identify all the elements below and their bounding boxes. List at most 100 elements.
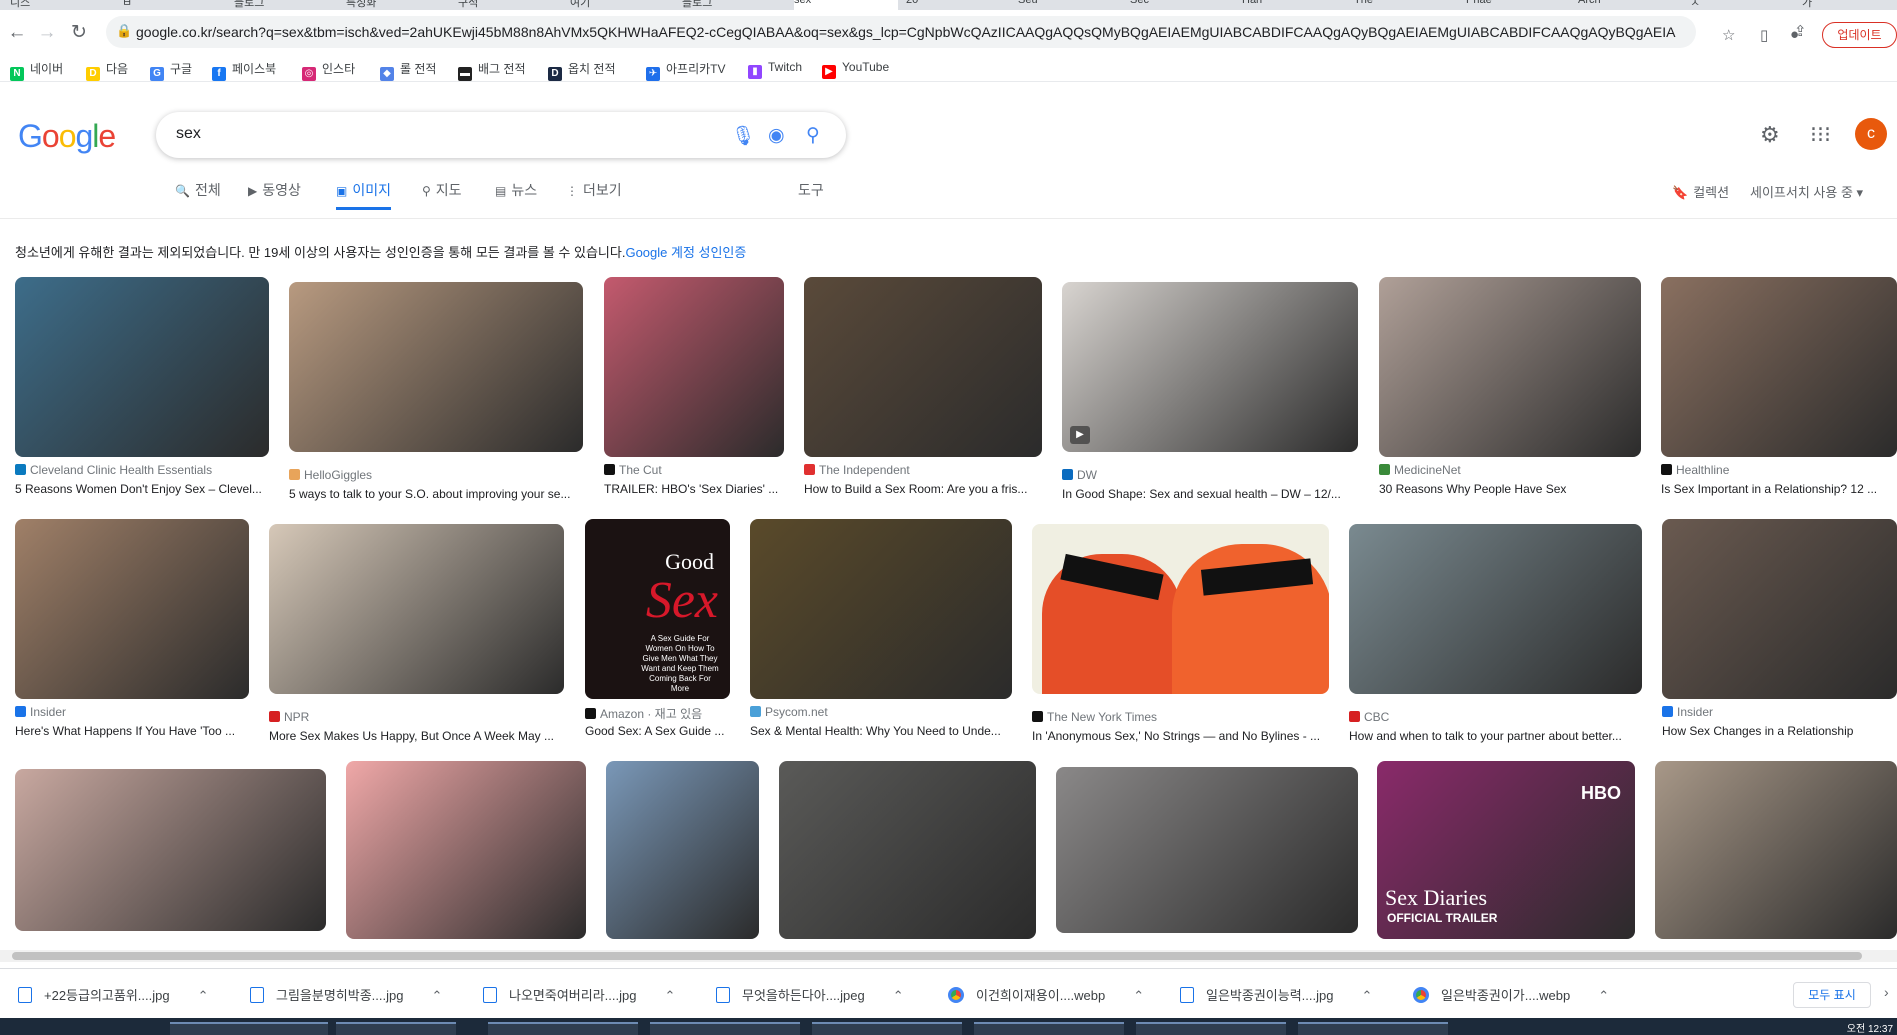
download-item[interactable]: 무엇을하든다아....jpeg ⌃: [716, 985, 904, 1004]
image-thumbnail[interactable]: [15, 519, 249, 699]
result-source[interactable]: Psycom.net: [750, 705, 1012, 719]
image-result[interactable]: Good Sex A Sex Guide For Women On How To G…: [585, 519, 730, 749]
browser-tab[interactable]: 가: [1802, 0, 1897, 10]
chevron-up-icon[interactable]: ⌃: [431, 988, 442, 1003]
result-source[interactable]: DW: [1062, 468, 1358, 482]
browser-tab[interactable]: 니스: [10, 0, 114, 10]
result-title[interactable]: In 'Anonymous Sex,' No Strings — and No …: [1032, 729, 1329, 743]
browser-tab[interactable]: 특성화: [346, 0, 450, 10]
result-source[interactable]: Amazon · 재고 있음: [585, 705, 730, 722]
bookmark-item[interactable]: ◆ 롤 전적: [380, 60, 436, 81]
horizontal-scrollbar[interactable]: [0, 950, 1897, 962]
back-icon[interactable]: ←: [4, 20, 30, 46]
browser-tab[interactable]: 블로그: [682, 0, 786, 10]
chevron-up-icon[interactable]: ⌃: [893, 988, 904, 1003]
image-result[interactable]: Healthline Is Sex Important in a Relation…: [1661, 277, 1897, 507]
chevron-up-icon[interactable]: ⌃: [1598, 988, 1609, 1003]
image-result[interactable]: The Cut TRAILER: HBO's 'Sex Diaries' ...: [604, 277, 784, 507]
result-title[interactable]: TRAILER: HBO's 'Sex Diaries' ...: [604, 482, 784, 496]
result-source[interactable]: HelloGiggles: [289, 468, 583, 482]
image-result[interactable]: ▶ DW In Good Shape: Sex and sexual health …: [1062, 282, 1358, 512]
scrollbar-thumb[interactable]: [12, 952, 1862, 960]
bookmark-star-icon[interactable]: ☆: [1722, 26, 1735, 44]
browser-tab[interactable]: Arch: [1578, 0, 1682, 10]
tab-images[interactable]: ▣ 이미지: [336, 180, 391, 210]
result-source[interactable]: CBC: [1349, 710, 1642, 724]
result-source[interactable]: The New York Times: [1032, 710, 1329, 724]
image-thumbnail[interactable]: [1379, 277, 1641, 457]
result-title[interactable]: How to Build a Sex Room: Are you a fris.…: [804, 482, 1042, 496]
result-source[interactable]: Healthline: [1661, 463, 1897, 477]
image-thumbnail[interactable]: [606, 761, 759, 939]
result-source[interactable]: NPR: [269, 710, 564, 724]
taskbar-app[interactable]: [336, 1022, 456, 1035]
collections-link[interactable]: 🔖 컬렉션: [1672, 182, 1729, 201]
tab-more[interactable]: ⋮ 더보기: [566, 180, 622, 210]
profile-icon[interactable]: ●: [1790, 26, 1799, 43]
tab-news[interactable]: ▤ 뉴스: [495, 180, 537, 210]
result-title[interactable]: More Sex Makes Us Happy, But Once A Week…: [269, 729, 564, 743]
update-button[interactable]: 업데이트: [1822, 22, 1897, 48]
bookmark-item[interactable]: N 네이버: [10, 60, 63, 81]
bookmark-item[interactable]: f 페이스북: [212, 60, 276, 81]
result-source[interactable]: The Independent: [804, 463, 1042, 477]
browser-tab[interactable]: 20: [906, 0, 1010, 10]
result-title[interactable]: 30 Reasons Why People Have Sex: [1379, 482, 1641, 496]
image-thumbnail[interactable]: [15, 277, 269, 457]
image-thumbnail[interactable]: [804, 277, 1042, 457]
image-result[interactable]: Psycom.net Sex & Mental Health: Why You N…: [750, 519, 1012, 749]
apps-grid-icon[interactable]: ⁝⁝⁝: [1810, 122, 1831, 148]
image-thumbnail[interactable]: [1661, 277, 1897, 457]
taskbar-app[interactable]: [650, 1022, 800, 1035]
image-result[interactable]: Insider Here's What Happens If You Have '…: [15, 519, 249, 749]
result-source[interactable]: The Cut: [604, 463, 784, 477]
taskbar-app[interactable]: [170, 1022, 328, 1035]
bookmark-item[interactable]: ▮ Twitch: [748, 60, 802, 79]
bookmark-item[interactable]: ◎ 인스타: [302, 60, 355, 81]
bookmark-item[interactable]: G 구글: [150, 60, 192, 81]
result-title[interactable]: In Good Shape: Sex and sexual health – D…: [1062, 487, 1358, 501]
image-thumbnail[interactable]: [346, 761, 586, 939]
result-source[interactable]: MedicineNet: [1379, 463, 1641, 477]
image-result[interactable]: The New York Times In 'Anonymous Sex,' No…: [1032, 524, 1329, 754]
image-thumbnail[interactable]: [15, 769, 326, 931]
download-item[interactable]: 일은박종권이능력....jpg ⌃: [1180, 985, 1372, 1004]
result-source[interactable]: Insider: [15, 705, 249, 719]
show-all-downloads-button[interactable]: 모두 표시: [1793, 982, 1871, 1008]
browser-tab[interactable]: Han: [1242, 0, 1346, 10]
browser-tab[interactable]: 구적: [458, 0, 562, 10]
image-result[interactable]: [1655, 761, 1897, 939]
image-thumbnail[interactable]: [269, 524, 564, 694]
image-result[interactable]: [15, 769, 326, 939]
download-item[interactable]: 이건희이재용이....webp ⌃: [948, 985, 1144, 1004]
result-title[interactable]: Good Sex: A Sex Guide ...: [585, 724, 730, 738]
image-thumbnail[interactable]: Good Sex A Sex Guide For Women On How To G…: [585, 519, 730, 699]
result-source[interactable]: Insider: [1662, 705, 1897, 719]
chevron-up-icon[interactable]: ⌃: [1361, 988, 1372, 1003]
google-logo[interactable]: Google: [18, 118, 116, 155]
forward-icon[interactable]: →: [34, 20, 60, 46]
image-result[interactable]: [779, 761, 1036, 939]
side-panel-icon[interactable]: ▯: [1760, 26, 1768, 44]
result-title[interactable]: Sex & Mental Health: Why You Need to Und…: [750, 724, 1012, 738]
image-thumbnail[interactable]: [1662, 519, 1897, 699]
image-thumbnail[interactable]: [1655, 761, 1897, 939]
image-thumbnail[interactable]: ▶: [1062, 282, 1358, 452]
tab-all[interactable]: 🔍 전체: [175, 180, 221, 210]
adult-verification-link[interactable]: Google 계정 성인인증: [625, 245, 746, 260]
image-result[interactable]: HelloGiggles 5 ways to talk to your S.O. …: [289, 282, 583, 512]
image-result[interactable]: HBO Sex Diaries OFFICIAL TRAILER: [1377, 761, 1635, 939]
tools-button[interactable]: 도구: [798, 180, 824, 210]
result-source[interactable]: Cleveland Clinic Health Essentials: [15, 463, 269, 477]
bookmark-item[interactable]: D 다음: [86, 60, 128, 81]
safesearch-menu[interactable]: 세이프서치 사용 중 ▾: [1750, 182, 1863, 201]
download-item[interactable]: 일은박종권이가....webp ⌃: [1413, 985, 1609, 1004]
taskbar-app[interactable]: [1136, 1022, 1286, 1035]
chevron-up-icon[interactable]: ⌃: [1133, 988, 1144, 1003]
result-title[interactable]: 5 Reasons Women Don't Enjoy Sex – Clevel…: [15, 482, 269, 496]
browser-tab[interactable]: Sec: [1130, 0, 1234, 10]
image-result[interactable]: The Independent How to Build a Sex Room: …: [804, 277, 1042, 507]
camera-lens-icon[interactable]: ◉: [768, 124, 785, 147]
browser-tab[interactable]: 블로그: [234, 0, 338, 10]
image-result[interactable]: Cleveland Clinic Health Essentials 5 Reas…: [15, 277, 269, 507]
